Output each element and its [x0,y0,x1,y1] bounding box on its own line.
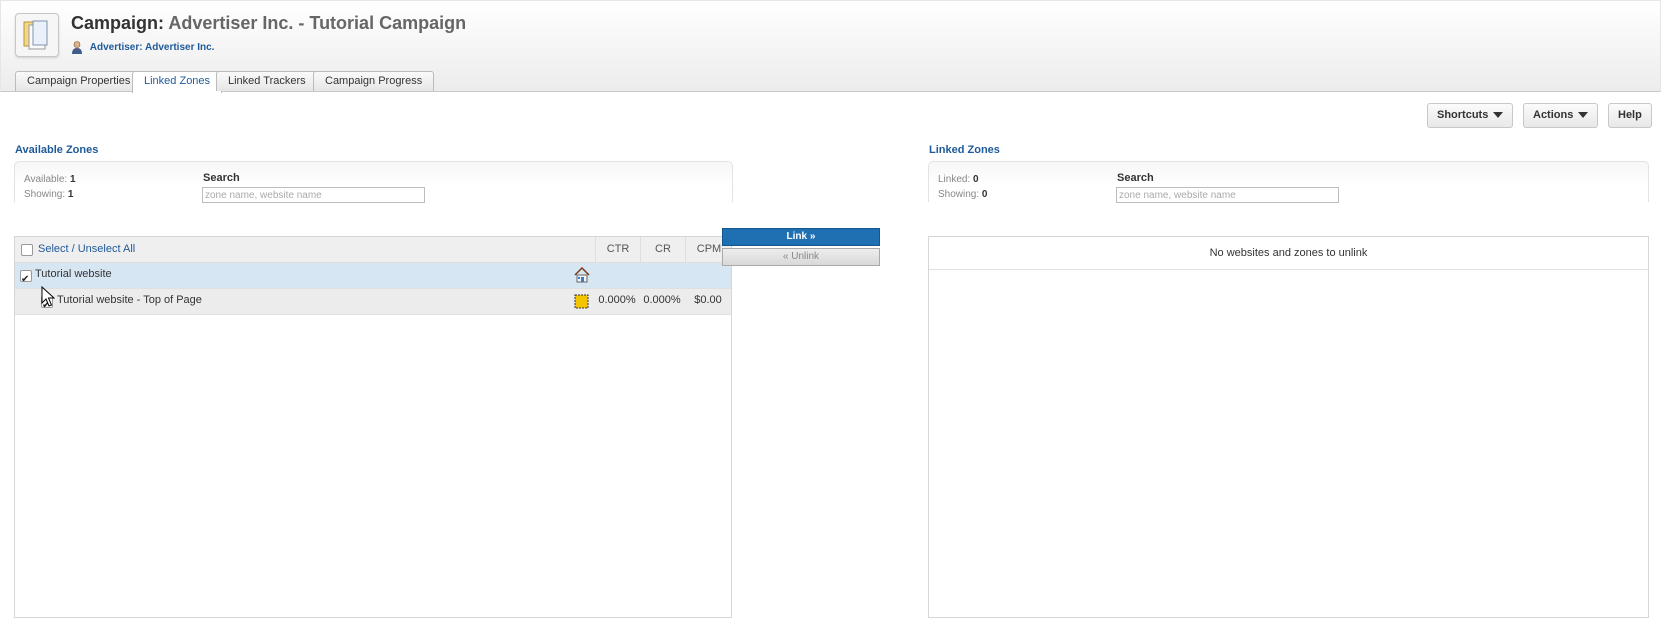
page-header: Campaign: Advertiser Inc. - Tutorial Cam… [0,0,1661,93]
zone-banner-icon [574,294,589,309]
available-zones-table: Select / Unselect All CTR CR CPM Tutoria… [14,236,732,618]
column-header-ctr: CTR [595,237,640,262]
website-row[interactable]: Tutorial website [15,263,731,291]
linked-search-box: Linked: 0 Showing: 0 Search [928,161,1649,203]
page-title-prefix: Campaign: [71,13,165,33]
page-title-campaign-name: Advertiser Inc. - Tutorial Campaign [168,13,467,33]
zone-ctr: 0.000% [598,294,636,306]
table-header: Select / Unselect All CTR CR CPM [15,237,731,263]
linked-count-label: Linked: [938,174,971,185]
unlink-button[interactable]: « Unlink [722,248,880,266]
linked-showing-label: Showing: [938,189,980,200]
available-count-value: 1 [69,174,76,185]
advertiser-link-label: Advertiser: Advertiser Inc. [89,42,215,53]
select-all-link[interactable]: Select / Unselect All [38,237,135,262]
chevron-down-icon [1578,112,1589,119]
page-title: Campaign: Advertiser Inc. - Tutorial Cam… [71,13,466,34]
available-search-box: Available: 1 Showing: 1 Search [14,161,733,203]
website-name: Tutorial website [35,268,112,280]
linked-search-input[interactable] [1116,187,1339,203]
linked-zones-table: No websites and zones to unlink [928,236,1649,618]
help-button[interactable]: Help [1608,103,1652,128]
link-button[interactable]: Link » [722,228,880,246]
tab-linked-zones[interactable]: Linked Zones [132,71,223,93]
linked-showing-value: 0 [981,189,988,200]
shortcuts-button[interactable]: Shortcuts [1427,103,1514,128]
linked-zones-title: Linked Zones [929,144,1000,156]
available-showing-label: Showing: [24,189,66,200]
zone-name: Tutorial website - Top of Page [57,294,202,306]
linked-showing-count: Showing: 0 [938,189,987,200]
actions-button[interactable]: Actions [1523,103,1599,128]
chevron-down-icon [1493,112,1504,119]
linked-search-label: Search [1117,172,1154,184]
available-showing-count: Showing: 1 [24,189,73,200]
zone-cpm: $0.00 [694,294,722,306]
campaign-folder-icon [15,13,59,57]
empty-linked-message: No websites and zones to unlink [929,237,1648,270]
available-showing-value: 1 [67,189,74,200]
zone-row[interactable]: Tutorial website - Top of Page 0.000% 0.… [15,289,731,317]
actions-button-label: Actions [1533,109,1574,121]
available-count-label: Available: [24,174,68,185]
linked-count: Linked: 0 [938,174,979,185]
tab-linked-trackers[interactable]: Linked Trackers [216,71,318,91]
linked-count-value: 0 [973,174,979,185]
select-all-checkbox[interactable] [21,244,33,256]
available-search-label: Search [203,172,240,184]
tab-campaign-properties[interactable]: Campaign Properties [15,71,143,91]
advertiser-link[interactable]: Advertiser: Advertiser Inc. [71,41,214,54]
advertiser-person-icon [72,41,82,54]
mouse-cursor-icon [41,286,55,307]
available-search-input[interactable] [202,187,425,203]
shortcuts-button-label: Shortcuts [1437,109,1489,121]
tab-campaign-progress[interactable]: Campaign Progress [313,71,435,91]
website-house-icon [574,267,590,283]
available-count: Available: 1 [24,174,76,185]
zone-cr: 0.000% [643,294,681,306]
website-checkbox[interactable] [20,268,32,291]
column-header-cr: CR [640,237,685,262]
available-zones-title: Available Zones [15,144,99,156]
